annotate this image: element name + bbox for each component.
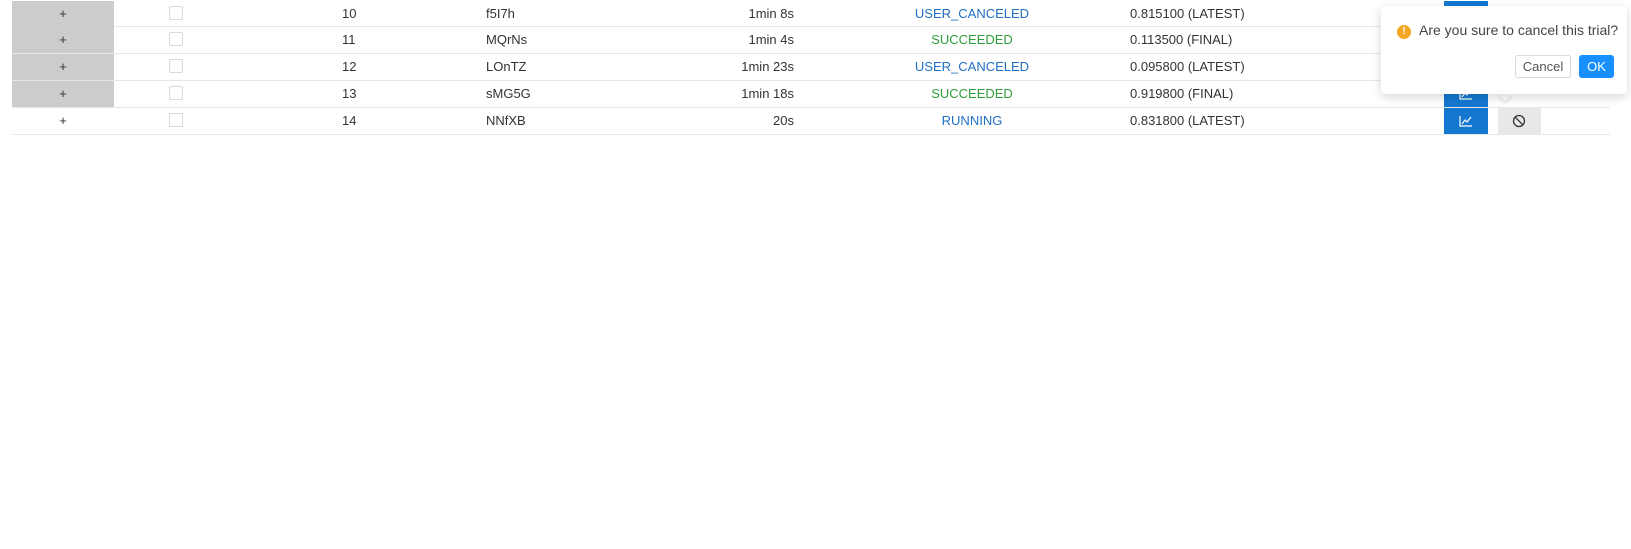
trial-name: NNfXB (486, 113, 526, 128)
trials-table: + 10 f5I7h 1min 8s USER_CANCELED 0.81510… (12, 0, 1610, 135)
trial-status: USER_CANCELED (914, 59, 1030, 74)
trial-duration: 20s (773, 113, 794, 128)
trial-id: 10 (342, 6, 357, 21)
trial-metric: 0.919800 (FINAL) (1130, 86, 1234, 101)
table-row: + 12 LOnTZ 1min 23s USER_CANCELED 0.0958… (12, 54, 1610, 81)
expand-row-button[interactable]: + (12, 108, 114, 134)
trial-duration: 1min 8s (748, 6, 794, 21)
table-row: + 10 f5I7h 1min 8s USER_CANCELED 0.81510… (12, 1, 1610, 27)
row-checkbox[interactable] (169, 59, 183, 73)
trial-name: MQrNs (486, 32, 528, 47)
popconfirm-cancel-button[interactable]: Cancel (1515, 55, 1571, 78)
row-checkbox-cell (169, 108, 185, 134)
trial-name: sMG5G (486, 86, 531, 101)
popconfirm-message: Are you sure to cancel this trial? (1419, 22, 1619, 38)
row-checkbox[interactable] (169, 86, 183, 100)
trial-name: f5I7h (486, 6, 515, 21)
row-checkbox-cell (169, 27, 185, 53)
stop-icon (1512, 114, 1526, 128)
trial-id: 12 (342, 59, 357, 74)
row-checkbox-cell (169, 54, 185, 80)
expand-row-button[interactable]: + (12, 1, 114, 27)
trial-metric: 0.095800 (LATEST) (1130, 59, 1245, 74)
trial-name: LOnTZ (486, 59, 527, 74)
popconfirm-ok-button[interactable]: OK (1579, 55, 1614, 78)
expand-row-button[interactable]: + (12, 27, 114, 53)
table-row: + 11 MQrNs 1min 4s SUCCEEDED 0.113500 (F… (12, 27, 1610, 54)
row-checkbox[interactable] (169, 32, 183, 46)
row-checkbox-cell (169, 1, 185, 27)
table-row: + 13 sMG5G 1min 18s SUCCEEDED 0.919800 (… (12, 81, 1610, 108)
exclamation-circle-icon: ! (1397, 25, 1411, 39)
trial-metric: 0.831800 (LATEST) (1130, 113, 1245, 128)
trial-status: USER_CANCELED (914, 6, 1030, 21)
expand-row-button[interactable]: + (12, 81, 114, 107)
trial-id: 11 (342, 32, 356, 47)
row-checkbox[interactable] (169, 6, 183, 20)
trial-status: RUNNING (941, 113, 1003, 128)
trial-metric: 0.815100 (LATEST) (1130, 6, 1245, 21)
trial-chart-button[interactable] (1444, 108, 1488, 134)
trial-id: 13 (342, 86, 357, 101)
trial-status: SUCCEEDED (931, 32, 1013, 47)
cancel-trial-popconfirm: ! Are you sure to cancel this trial? Can… (1381, 6, 1627, 94)
table-row: + 14 NNfXB 20s RUNNING 0.831800 (LATEST) (12, 108, 1610, 135)
trial-id: 14 (342, 113, 357, 128)
trial-status: SUCCEEDED (931, 86, 1013, 101)
expand-row-button[interactable]: + (12, 54, 114, 80)
row-checkbox[interactable] (169, 113, 183, 127)
line-chart-icon (1459, 116, 1472, 127)
trial-duration: 1min 18s (741, 86, 794, 101)
cancel-trial-button[interactable] (1498, 108, 1541, 134)
row-checkbox-cell (169, 81, 185, 107)
trial-duration: 1min 23s (741, 59, 794, 74)
trial-metric: 0.113500 (FINAL) (1130, 32, 1233, 47)
trial-duration: 1min 4s (748, 32, 794, 47)
